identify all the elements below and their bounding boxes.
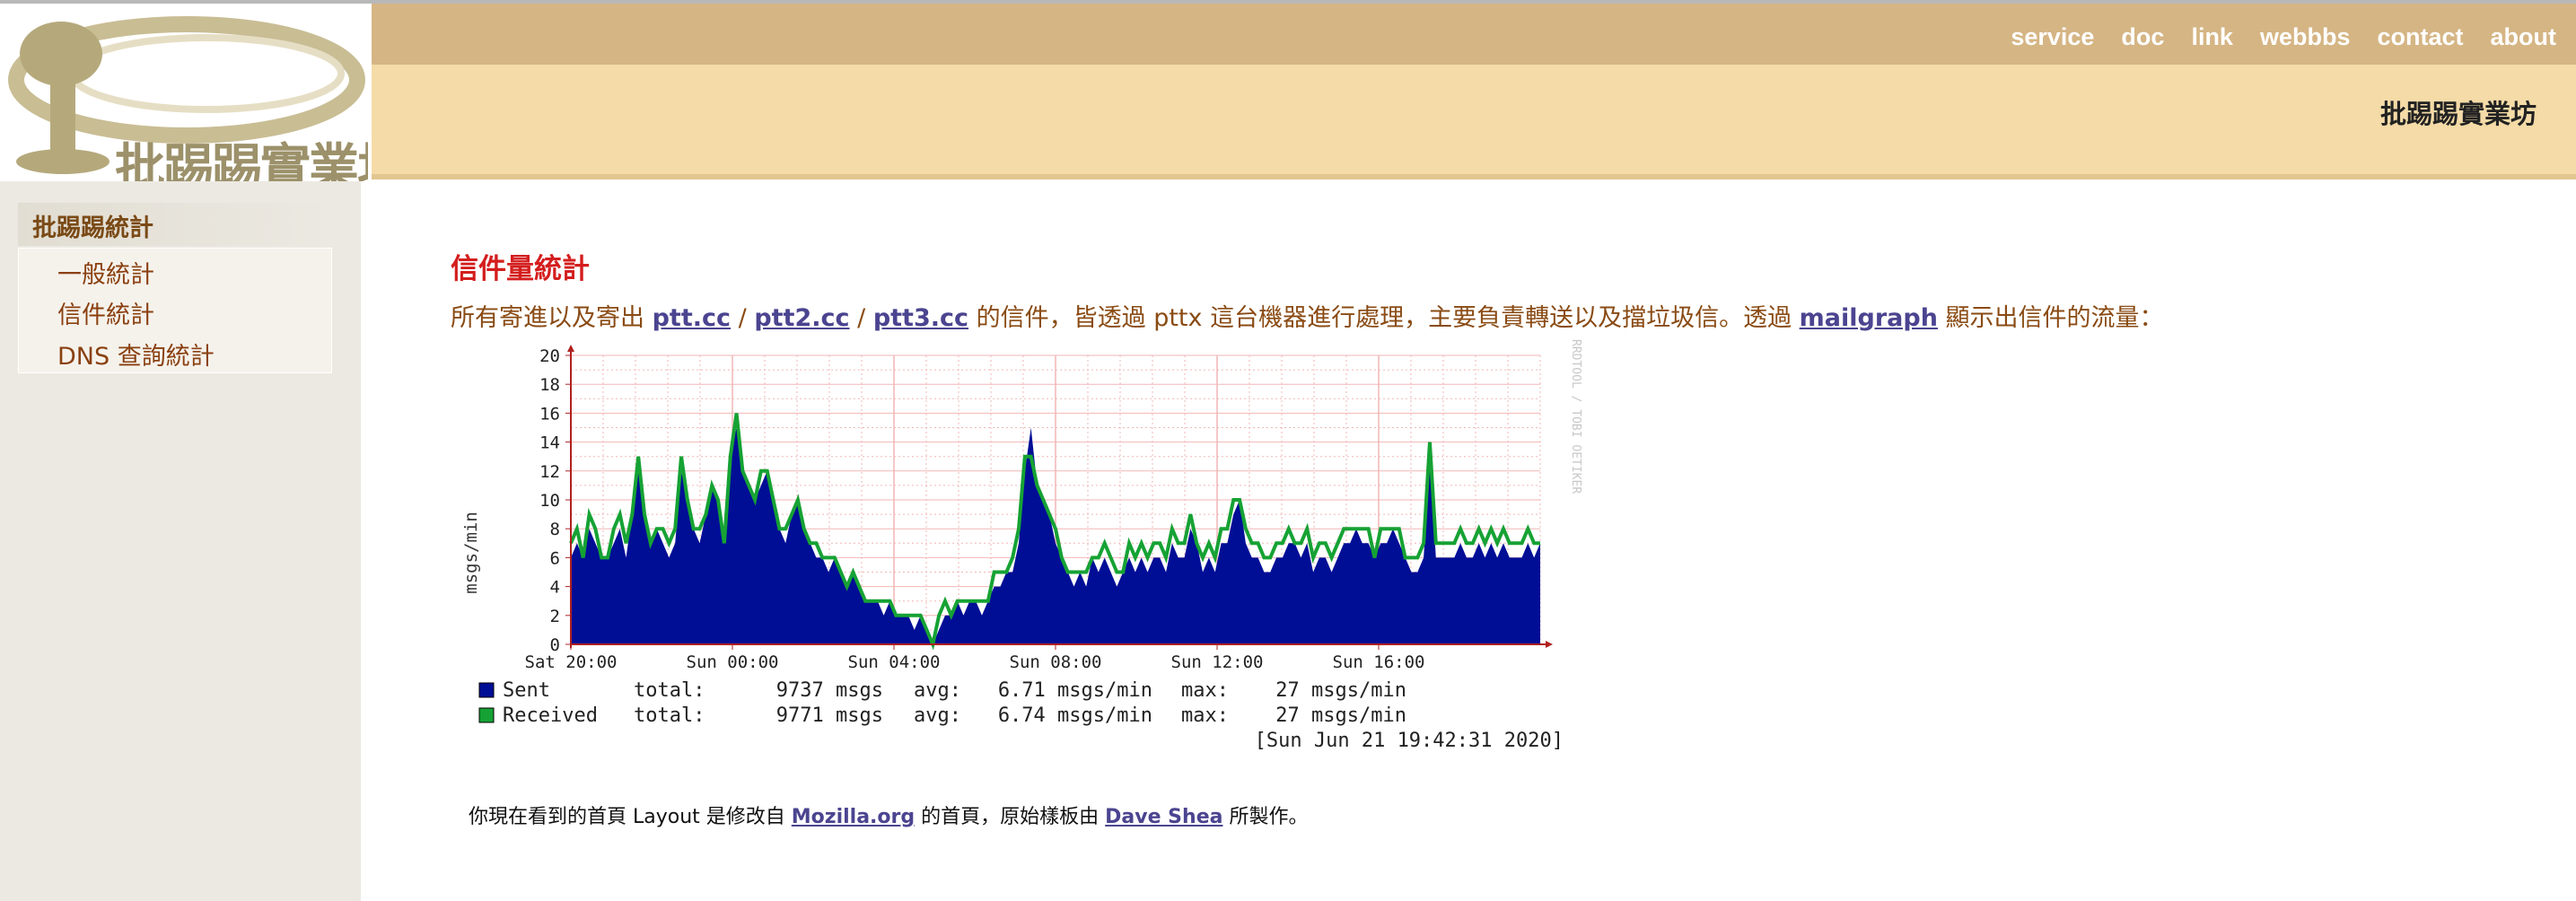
- link-mozilla[interactable]: Mozilla.org: [792, 806, 915, 828]
- desc-middle: 的信件，皆透過 pttx 這台機器進行處理，主要負責轉送以及擋垃圾信。透過: [976, 304, 1792, 332]
- page-title: 信件量統計: [451, 253, 590, 285]
- footer-suffix: 所製作。: [1229, 806, 1309, 828]
- legend-sent-max: 27 msgs/min: [1275, 679, 1406, 702]
- logo-text: 批踢踢實業坊: [115, 139, 368, 181]
- link-dave-shea[interactable]: Dave Shea: [1105, 806, 1222, 828]
- y-tick-label: 8: [550, 520, 560, 539]
- y-tick-label: 20: [539, 346, 560, 366]
- chart-watermark: RRDTOOL / TOBI OETIKER: [1569, 339, 1582, 494]
- x-tick-label: Sun 08:00: [1010, 652, 1102, 672]
- y-tick-label: 12: [539, 462, 560, 482]
- legend-swatch-received: [478, 707, 495, 723]
- legend-received-max-label: max:: [1181, 704, 1229, 727]
- desc-sep-2: /: [857, 304, 866, 332]
- nav-webbbs[interactable]: webbbs: [2260, 23, 2351, 51]
- y-axis-arrow: [567, 345, 574, 352]
- x-tick-label: Sat 20:00: [525, 652, 618, 672]
- header-nav-bar: service doc link webbbs contact about: [372, 4, 2576, 65]
- legend-swatch-sent: [478, 682, 495, 698]
- legend-sent-avg: 6.71 msgs/min: [998, 679, 1152, 702]
- nav-service[interactable]: service: [2011, 23, 2094, 51]
- x-tick-label: Sun 12:00: [1171, 652, 1264, 672]
- y-tick-label: 4: [550, 578, 560, 598]
- site-logo[interactable]: 批踢踢實業坊: [0, 4, 368, 181]
- header-banner: [372, 65, 2576, 174]
- desc-prefix: 所有寄進以及寄出: [451, 304, 644, 332]
- link-ptt[interactable]: ptt.cc: [653, 304, 731, 332]
- footer-prefix: 你現在看到的首頁 Layout 是修改自: [469, 806, 785, 828]
- page-description: 所有寄進以及寄出 ptt.cc / ptt2.cc / ptt3.cc 的信件，…: [451, 298, 2164, 333]
- legend-received-total-label: total:: [634, 704, 705, 727]
- legend-sent-total: 9737 msgs: [776, 679, 883, 702]
- y-tick-label: 10: [539, 491, 560, 511]
- mailgraph-chart: 02468101214161820 Sat 20:00 Sun 00:00 Sun …: [461, 339, 1582, 752]
- legend-received-label: Received: [503, 704, 598, 727]
- chart-y-ticks: 02468101214161820: [539, 346, 571, 655]
- nav-about[interactable]: about: [2491, 23, 2557, 51]
- chart-legend: Sent total: 9737 msgs avg: 6.71 msgs/min…: [478, 679, 1564, 752]
- desc-sep-1: /: [738, 304, 747, 332]
- legend-received-avg-label: avg:: [914, 704, 961, 727]
- x-tick-label: Sun 04:00: [848, 652, 941, 672]
- nav-link[interactable]: link: [2191, 23, 2233, 51]
- nav-doc[interactable]: doc: [2121, 23, 2164, 51]
- footer-middle: 的首頁，原始樣板由: [921, 806, 1100, 828]
- chart-y-axis-label: msgs/min: [461, 512, 481, 594]
- link-ptt3[interactable]: ptt3.cc: [873, 304, 968, 332]
- sidebar-item-dns-stats[interactable]: DNS 查詢統計: [57, 337, 215, 372]
- y-tick-label: 16: [539, 404, 560, 424]
- header-divider: [372, 174, 2576, 179]
- x-tick-label: Sun 16:00: [1333, 652, 1425, 672]
- x-axis-arrow: [1546, 641, 1553, 648]
- legend-sent-avg-label: avg:: [914, 679, 961, 702]
- sidebar-item-general-stats[interactable]: 一般統計: [57, 255, 154, 290]
- link-mailgraph[interactable]: mailgraph: [1800, 304, 1938, 332]
- chart-x-ticks: Sat 20:00 Sun 00:00 Sun 04:00 Sun 08:00 Sun …: [525, 644, 1425, 672]
- y-tick-label: 18: [539, 375, 560, 395]
- top-nav: service doc link webbbs contact about: [1984, 23, 2556, 51]
- link-ptt2[interactable]: ptt2.cc: [754, 304, 849, 332]
- legend-received-max: 27 msgs/min: [1275, 704, 1406, 727]
- y-tick-label: 14: [539, 433, 560, 453]
- y-tick-label: 2: [550, 607, 560, 626]
- legend-sent-label: Sent: [503, 679, 550, 702]
- chart-timestamp: [Sun Jun 21 19:42:31 2020]: [1255, 730, 1564, 752]
- legend-sent-total-label: total:: [634, 679, 705, 702]
- desc-suffix: 顯示出信件的流量：: [1945, 304, 2164, 332]
- legend-received-total: 9771 msgs: [776, 704, 883, 727]
- sidebar-item-mail-stats[interactable]: 信件統計: [57, 295, 154, 330]
- y-tick-label: 6: [550, 548, 560, 568]
- nav-contact[interactable]: contact: [2377, 23, 2463, 51]
- x-tick-label: Sun 00:00: [687, 652, 779, 672]
- site-name: 批踢踢實業坊: [2379, 99, 2537, 129]
- legend-sent-max-label: max:: [1181, 679, 1229, 702]
- page-footer: 你現在看到的首頁 Layout 是修改自 Mozilla.org 的首頁，原始樣…: [469, 800, 1308, 829]
- sidebar-heading: 批踢踢統計: [32, 214, 153, 242]
- legend-received-avg: 6.74 msgs/min: [998, 704, 1152, 727]
